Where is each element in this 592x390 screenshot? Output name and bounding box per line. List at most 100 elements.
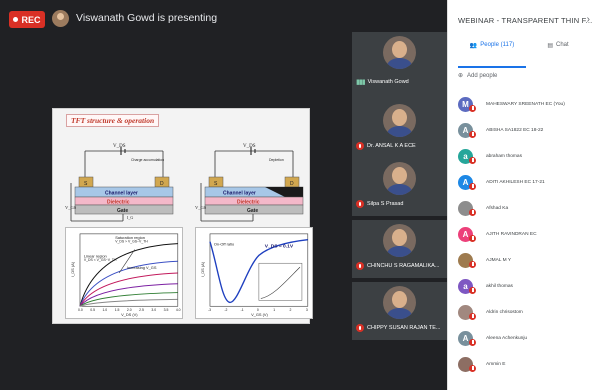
participant-name-row: ▮▮▮ Viswanath Gowd (356, 78, 409, 86)
mic-off-icon (469, 182, 476, 190)
list-item[interactable]: A ADITI AKHILESH EC 17-21 (458, 172, 588, 192)
participant-video (383, 104, 416, 137)
mic-off-icon (356, 262, 364, 270)
charge-label: Charge accumulation (131, 158, 164, 162)
onoff-label: On-Off ratio (214, 242, 235, 247)
people-icon: 👥 (469, 43, 478, 49)
dielectric-label: Dielectric (237, 200, 260, 206)
mic-off-icon (356, 142, 364, 150)
list-item[interactable]: A Aleena Achenkunju (458, 328, 588, 348)
list-item[interactable]: A ABISHA SA1822 EC 18-22 (458, 120, 588, 140)
participant-tile[interactable]: Dr. ANSAL K A ECE (352, 100, 447, 158)
mic-off-icon (469, 156, 476, 164)
saturation-condition: V_DS > V_GS−V_TH (115, 240, 148, 244)
tft-accumulation-diagram: V_DS Charge accumulation S D Channel lay… (65, 144, 174, 222)
vds-label: V_DS (243, 144, 256, 149)
meet-window: REC Viswanath Gowd is presenting TFT str… (0, 0, 592, 390)
speaking-indicator-icon: ▮▮▮ (356, 79, 366, 86)
mic-off-icon (469, 312, 476, 320)
participant-video (383, 36, 416, 69)
participant-name-row: Silpa S Prasad (356, 200, 403, 208)
recording-badge: REC (9, 11, 45, 28)
mic-off-icon (469, 130, 476, 138)
participant-video (383, 224, 416, 257)
x-tick-label: 1.5 (115, 308, 120, 312)
list-item[interactable]: M MAHESWARY SREENATH EC (You) (458, 94, 588, 114)
x-axis-label: V_DS (V) (121, 312, 138, 317)
output-characteristics-plot: Saturation region V_DS > V_GS−V_TH Linea… (65, 227, 183, 319)
tab-chat[interactable]: ▤ Chat (530, 42, 586, 68)
list-item[interactable]: A AJITH RAVINDRAN EC (458, 224, 588, 244)
participant-tile[interactable]: CHINCHU S RAGAMALIKA... (352, 220, 447, 278)
x-tick-label: 1 (273, 308, 275, 312)
depletion-label: Depletion (269, 158, 284, 162)
increasing-vgs-label: Increasing V_GS (127, 265, 157, 270)
tab-chat-label: Chat (555, 42, 569, 48)
x-tick-label: 2.5 (139, 308, 144, 312)
mic-off-icon (469, 364, 476, 372)
tab-people-label: People (117) (480, 42, 515, 48)
participant-video (383, 286, 416, 319)
participant-tile[interactable]: ▮▮▮ Viswanath Gowd (352, 32, 447, 100)
x-tick-label: 3.0 (151, 308, 156, 312)
list-item[interactable]: AJMAL M Y (458, 250, 588, 270)
participant-name: Silpa S Prasad (367, 201, 404, 207)
channel-label: Channel layer (105, 191, 138, 197)
add-people-label: Add people (467, 72, 498, 79)
list-item[interactable]: a abraham thomas (458, 146, 588, 166)
participant-name: CHIPPY SUSAN RAJAN TE... (367, 325, 441, 331)
x-tick-label: -3 (208, 308, 211, 312)
person-name: AJITH RAVINDRAN EC (486, 231, 537, 237)
mic-off-icon (469, 234, 476, 242)
presenting-status: Viswanath Gowd is presenting (76, 12, 218, 24)
x-axis-label: V_GS (V) (251, 312, 268, 317)
add-person-icon: ⊕ (458, 73, 464, 79)
person-name: ABISHA SA1822 EC 18-22 (486, 127, 544, 133)
dielectric-label: Dielectric (107, 200, 130, 206)
list-item[interactable]: Ammin E (458, 354, 588, 374)
participant-name-row: CHIPPY SUSAN RAJAN TE... (356, 324, 440, 332)
add-people-button[interactable]: ⊕ Add people (458, 72, 498, 80)
presenter-avatar (52, 10, 69, 27)
person-name: ADITI AKHILESH EC 17-21 (486, 179, 545, 185)
linear-condition: V_DS < V_GS−V_TH (84, 258, 117, 262)
mic-off-icon (469, 260, 476, 268)
person-name: MAHESWARY SREENATH EC (You) (486, 101, 565, 107)
people-panel: WEBINAR - TRANSPARENT THIN F... › 👥 Peop… (447, 0, 592, 390)
vgs-label: V_GS (195, 205, 207, 210)
list-item[interactable]: Afshad Ka (458, 198, 588, 218)
x-tick-label: 2 (290, 308, 292, 312)
mic-off-icon (356, 200, 364, 208)
person-name: akhil thomas (486, 283, 513, 289)
participant-name-row: Dr. ANSAL K A ECE (356, 142, 416, 150)
x-tick-label: 3.5 (164, 308, 169, 312)
recording-label: REC (21, 14, 41, 25)
x-tick-label: 0.5 (90, 308, 95, 312)
x-tick-label: 0.0 (78, 308, 83, 312)
participant-tile[interactable]: Silpa S Prasad (352, 158, 447, 216)
gate-label: Gate (247, 208, 258, 214)
list-item[interactable]: Aldrin chrisostom (458, 302, 588, 322)
record-dot-icon (13, 17, 19, 22)
x-tick-label: -1 (241, 308, 244, 312)
mic-off-icon (469, 286, 476, 294)
drain-label: D (290, 181, 294, 187)
mic-off-icon (469, 104, 476, 112)
participant-tile[interactable]: CHIPPY SUSAN RAJAN TE... (352, 282, 447, 340)
vds-value-label: V_DS = 0.1V (265, 244, 294, 250)
x-tick-label: -2 (224, 308, 227, 312)
drain-label: D (160, 181, 164, 187)
channel-label: Channel layer (223, 191, 256, 197)
slide-title: TFT structure & operation (66, 114, 160, 127)
person-name: abraham thomas (486, 153, 522, 159)
x-tick-label: 1.0 (102, 308, 107, 312)
tab-people[interactable]: 👥 People (117) (458, 42, 526, 68)
participant-name: Dr. ANSAL K A ECE (367, 143, 416, 149)
chevron-right-icon[interactable]: › (587, 14, 590, 25)
person-name: Aleena Achenkunju (486, 335, 528, 341)
transfer-characteristics-plot: On-Off ratio V_DS = 0.1V I_DS (A) -3 -2 -1… (195, 227, 313, 319)
person-name: AJMAL M Y (486, 257, 512, 263)
meeting-title: WEBINAR - TRANSPARENT THIN F... (458, 16, 592, 25)
list-item[interactable]: a akhil thomas (458, 276, 588, 296)
shared-slide: TFT structure & operation V_DS Charge ac… (52, 108, 313, 324)
